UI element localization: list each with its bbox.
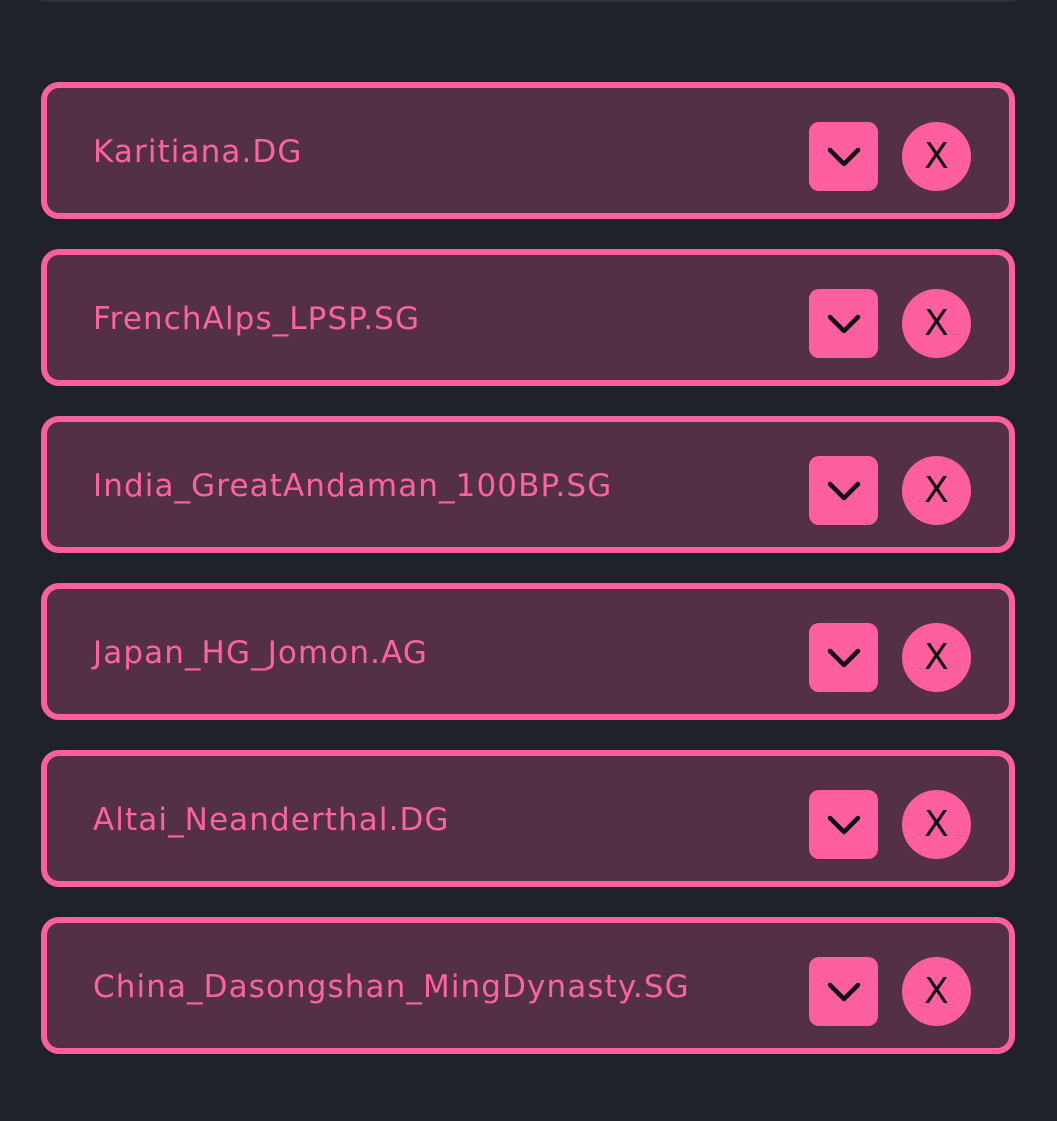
chevron-down-icon [827,815,860,834]
remove-button[interactable]: X [902,790,971,859]
population-card: Karitiana.DG X [41,82,1015,219]
expand-button[interactable] [809,957,878,1026]
population-label: Karitiana.DG [93,134,303,170]
remove-button[interactable]: X [902,623,971,692]
close-icon: X [924,803,949,845]
close-icon: X [924,469,949,511]
population-card: Altai_Neanderthal.DG X [41,750,1015,887]
chevron-down-icon [827,648,860,667]
population-card: India_GreatAndaman_100BP.SG X [41,416,1015,553]
population-label: India_GreatAndaman_100BP.SG [93,468,613,504]
population-card: FrenchAlps_LPSP.SG X [41,249,1015,386]
remove-button[interactable]: X [902,289,971,358]
chevron-down-icon [827,147,860,166]
chevron-down-icon [827,982,860,1001]
close-icon: X [924,636,949,678]
population-label: China_Dasongshan_MingDynasty.SG [93,969,690,1005]
population-list: Karitiana.DG X FrenchAlps_LPSP.SG X Indi… [41,82,1015,1084]
expand-button[interactable] [809,122,878,191]
remove-button[interactable]: X [902,456,971,525]
close-icon: X [924,135,949,177]
remove-button[interactable]: X [902,957,971,1026]
remove-button[interactable]: X [902,122,971,191]
expand-button[interactable] [809,289,878,358]
population-label: Altai_Neanderthal.DG [93,802,450,838]
expand-button[interactable] [809,456,878,525]
chevron-down-icon [827,314,860,333]
population-card: China_Dasongshan_MingDynasty.SG X [41,917,1015,1054]
population-label: Japan_HG_Jomon.AG [93,635,428,671]
population-label: FrenchAlps_LPSP.SG [93,301,421,337]
close-icon: X [924,970,949,1012]
chevron-down-icon [827,481,860,500]
population-card: Japan_HG_Jomon.AG X [41,583,1015,720]
expand-button[interactable] [809,623,878,692]
expand-button[interactable] [809,790,878,859]
top-divider [41,0,1015,2]
close-icon: X [924,302,949,344]
